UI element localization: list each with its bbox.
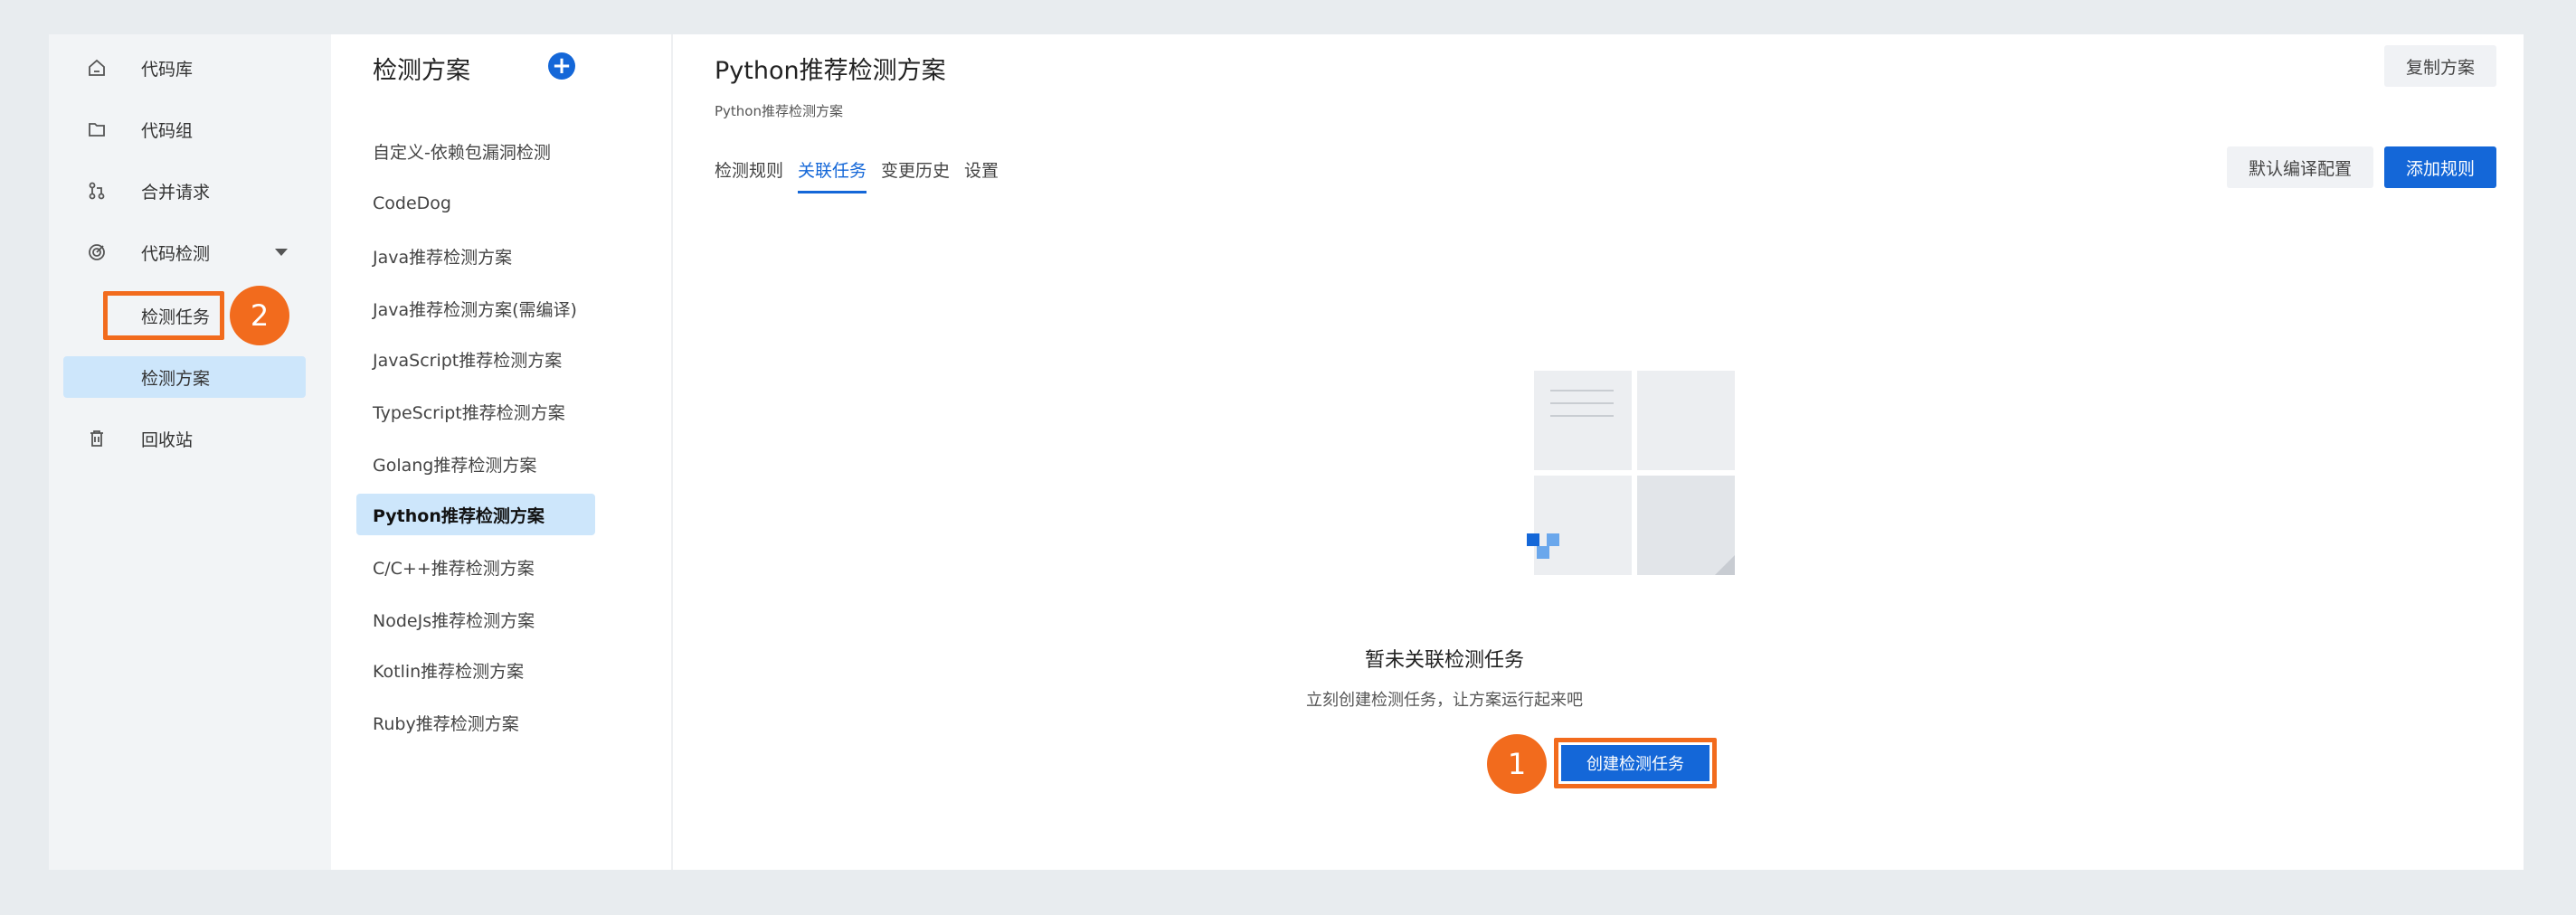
scheme-item[interactable]: Java推荐检测方案(需编译) — [356, 288, 595, 329]
nav-item-merge-requests[interactable]: 合并请求 — [63, 170, 306, 212]
scheme-list-title: 检测方案 — [373, 57, 470, 85]
nav-item-label: 检测方案 — [141, 368, 211, 389]
folder-icon — [89, 123, 105, 137]
merge-request-icon — [89, 182, 105, 200]
nav-item-label: 代码组 — [141, 120, 194, 141]
add-scheme-button[interactable]: + — [548, 52, 575, 80]
nav-item-repos[interactable]: 代码库 — [63, 47, 306, 89]
scheme-item[interactable]: 自定义-依赖包漏洞检测 — [356, 130, 595, 172]
scheme-item[interactable]: TypeScript推荐检测方案 — [356, 391, 595, 432]
add-rule-button[interactable]: 添加规则 — [2383, 146, 2496, 188]
tab-linked-tasks[interactable]: 关联任务 — [798, 157, 867, 193]
scheme-item[interactable]: Java推荐检测方案 — [356, 235, 595, 277]
nav-item-groups[interactable]: 代码组 — [63, 108, 306, 150]
nav-item-recycle-bin[interactable]: 回收站 — [63, 418, 306, 459]
page-subtitle: Python推荐检测方案 — [715, 103, 843, 119]
scheme-item[interactable]: Golang推荐检测方案 — [356, 443, 595, 485]
step-marker-2: 2 — [230, 286, 289, 345]
scheme-item[interactable]: C/C++推荐检测方案 — [356, 546, 595, 588]
step-marker-1: 1 — [1487, 734, 1547, 794]
nav-item-label: 代码库 — [141, 59, 194, 80]
tab-bar: 检测规则 关联任务 变更历史 设置 — [715, 157, 999, 193]
nav-item-label: 代码检测 — [141, 243, 211, 264]
tab-settings[interactable]: 设置 — [964, 157, 999, 193]
radar-icon — [89, 244, 105, 260]
main-panel: Python推荐检测方案 Python推荐检测方案 复制方案 检测规则 关联任务… — [673, 34, 2524, 870]
tab-rules[interactable]: 检测规则 — [715, 157, 783, 193]
nav-item-label: 回收站 — [141, 429, 194, 450]
empty-state-description: 立刻创建检测任务，让方案运行起来吧 — [1306, 691, 1583, 710]
scheme-item[interactable]: JavaScript推荐检测方案 — [356, 338, 595, 380]
scheme-list-panel: 检测方案 + 自定义-依赖包漏洞检测 CodeDog Java推荐检测方案 Ja… — [331, 34, 673, 870]
page-title: Python推荐检测方案 — [715, 57, 946, 85]
empty-state-title: 暂未关联检测任务 — [1364, 649, 1524, 672]
home-icon — [89, 59, 105, 76]
nav-item-label: 合并请求 — [141, 182, 211, 203]
create-scan-task-button[interactable]: 创建检测任务 — [1561, 745, 1709, 781]
tab-change-history[interactable]: 变更历史 — [881, 157, 950, 193]
app-frame: 代码库 代码组 合并请求 代码检测 检测任务 检测方案 回收站 2 检测方案 +… — [49, 34, 2524, 870]
scheme-item[interactable]: NodeJs推荐检测方案 — [356, 599, 595, 640]
empty-state-illustration — [1527, 371, 1735, 575]
default-build-config-button[interactable]: 默认编译配置 — [2226, 146, 2373, 188]
nav-item-code-scan[interactable]: 代码检测 — [63, 231, 306, 273]
copy-scheme-button[interactable]: 复制方案 — [2383, 45, 2496, 87]
highlight-box-create-task: 创建检测任务 — [1554, 738, 1717, 788]
scheme-item-active[interactable]: Python推荐检测方案 — [356, 494, 595, 535]
highlight-box-scan-tasks — [103, 291, 224, 340]
chevron-down-icon — [275, 249, 288, 256]
left-nav: 代码库 代码组 合并请求 代码检测 检测任务 检测方案 回收站 2 — [49, 34, 331, 870]
scheme-item[interactable]: CodeDog — [356, 183, 595, 224]
trash-icon — [90, 430, 103, 447]
nav-item-scan-schemes[interactable]: 检测方案 — [63, 356, 306, 398]
